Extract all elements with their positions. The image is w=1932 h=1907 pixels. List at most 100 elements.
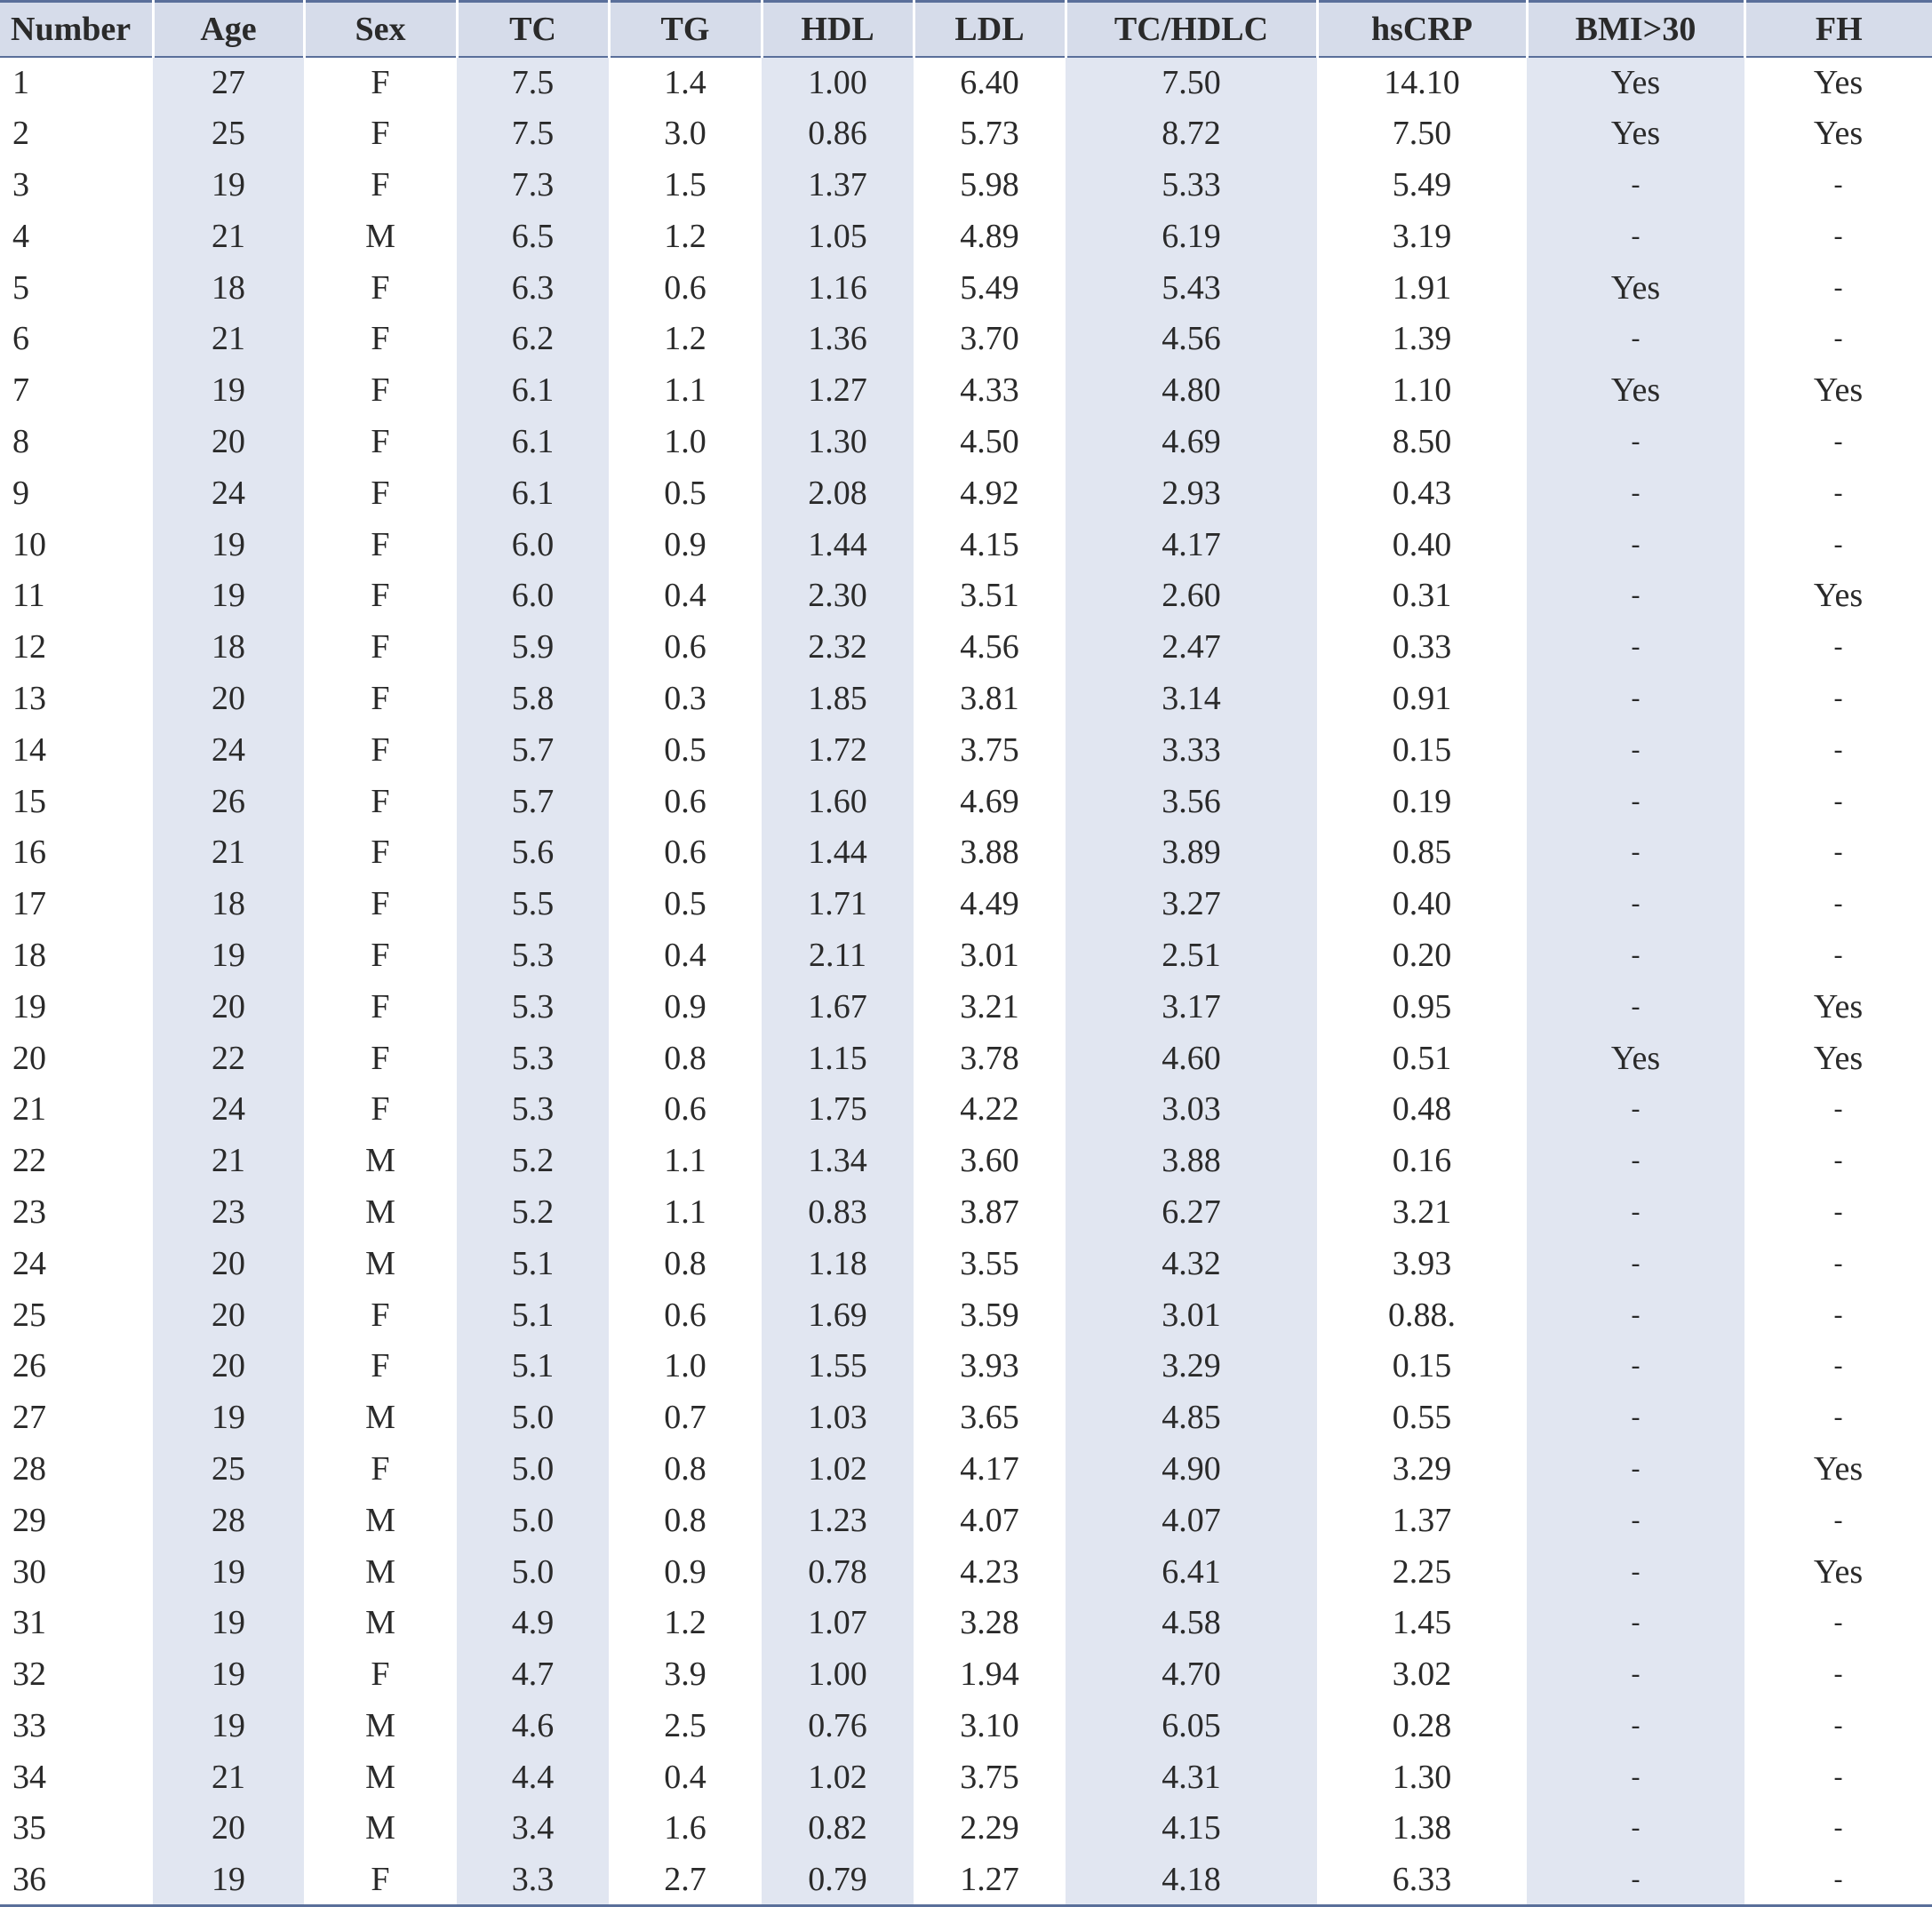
cell-tc-hdlc: 4.56 — [1066, 313, 1317, 365]
cell-tg: 0.9 — [664, 1552, 707, 1591]
cell-age: 19 — [153, 1597, 304, 1649]
cell-tg: 1.1 — [664, 1193, 707, 1231]
cell-hscrp: 3.21 — [1392, 1193, 1452, 1231]
cell-tc-hdlc: 6.19 — [1066, 210, 1317, 262]
cell-hdl: 1.16 — [762, 261, 914, 314]
cell-hdl: 0.79 — [762, 1854, 914, 1907]
table-row: 33 19 M 4.6 2.5 0.76 3.10 6.05 0.28 - - — [0, 1700, 1932, 1751]
cell-tc-hdlc: 4.31 — [1066, 1751, 1317, 1803]
table-row: 15 26 F 5.7 0.6 1.60 4.69 3.56 0.19 - - — [0, 775, 1932, 827]
cell-tg: 2.7 — [609, 1854, 762, 1907]
cell-tg: 0.8 — [664, 1501, 707, 1539]
cell-ldl: 3.93 — [960, 1347, 1019, 1385]
cell-ldl: 3.65 — [960, 1399, 1019, 1437]
cell-bmi: - — [1527, 723, 1744, 776]
cell-number: 11 — [12, 577, 45, 615]
cell-hscrp: 1.39 — [1392, 320, 1452, 358]
table-row: 31 19 M 4.9 1.2 1.07 3.28 4.58 1.45 - - — [0, 1597, 1932, 1649]
cell-ldl: 4.69 — [960, 782, 1019, 820]
header-ldl: LDL — [914, 0, 1067, 58]
table-row: 19 20 F 5.3 0.9 1.67 3.21 3.17 0.95 - Yes — [0, 980, 1932, 1033]
table-row: 6 21 F 6.2 1.2 1.36 3.70 4.56 1.39 - - — [0, 313, 1932, 365]
table-row: 32 19 F 4.7 3.9 1.00 1.94 4.70 3.02 - - — [0, 1648, 1932, 1700]
cell-number: 12 — [12, 628, 46, 666]
cell-number: 18 — [12, 936, 46, 974]
cell-bmi: - — [1527, 621, 1744, 674]
cell-tc-hdlc: 3.03 — [1066, 1083, 1317, 1136]
cell-sex: F — [304, 1854, 457, 1907]
cell-hscrp: 7.50 — [1392, 115, 1452, 153]
cell-ldl: 4.50 — [960, 422, 1019, 460]
cell-tg: 3.9 — [664, 1656, 707, 1694]
cell-hdl: 1.02 — [762, 1751, 914, 1803]
cell-bmi: - — [1527, 467, 1744, 519]
cell-age: 19 — [153, 1648, 304, 1700]
cell-number: 33 — [12, 1706, 46, 1744]
cell-number: 7 — [12, 371, 29, 410]
cell-tg: 1.2 — [664, 320, 707, 358]
cell-number: 20 — [12, 1039, 46, 1077]
table-row: 29 28 M 5.0 0.8 1.23 4.07 4.07 1.37 - - — [0, 1494, 1932, 1546]
cell-tc-hdlc: 3.29 — [1066, 1340, 1317, 1392]
cell-tg: 0.6 — [664, 834, 707, 872]
cell-tc-hdlc: 4.32 — [1066, 1237, 1317, 1289]
cell-tc: 5.2 — [457, 1135, 609, 1187]
cell-hdl: 0.86 — [762, 108, 914, 160]
cell-tc: 6.0 — [457, 518, 609, 571]
cell-sex: F — [371, 577, 390, 615]
cell-hdl: 1.18 — [762, 1237, 914, 1289]
cell-tc: 5.1 — [457, 1340, 609, 1392]
cell-hdl: 1.72 — [762, 723, 914, 776]
cell-fh: Yes — [1813, 1552, 1864, 1591]
cell-tc-hdlc: 3.33 — [1066, 723, 1317, 776]
cell-tc-hdlc: 3.17 — [1066, 980, 1317, 1033]
cell-tc-hdlc: 6.05 — [1066, 1700, 1317, 1751]
cell-tc: 6.2 — [457, 313, 609, 365]
cell-hdl: 1.27 — [762, 364, 914, 417]
cell-tg: 1.2 — [664, 1604, 707, 1642]
table-row: 8 20 F 6.1 1.0 1.30 4.50 4.69 8.50 - - — [0, 416, 1932, 467]
cell-tg: 0.8 — [664, 1449, 707, 1488]
cell-hdl: 1.55 — [762, 1340, 914, 1392]
table-row: 24 20 M 5.1 0.8 1.18 3.55 4.32 3.93 - - — [0, 1237, 1932, 1289]
cell-number: 16 — [12, 834, 46, 872]
cell-sex: F — [371, 936, 390, 974]
cell-ldl: 5.98 — [960, 165, 1019, 203]
cell-tg: 0.6 — [664, 1296, 707, 1334]
cell-bmi: - — [1527, 1289, 1744, 1341]
cell-bmi: - — [1527, 210, 1744, 262]
cell-hdl: 1.75 — [762, 1083, 914, 1136]
cell-tc-hdlc: 4.18 — [1066, 1854, 1317, 1907]
header-tc-hdlc: TC/HDLC — [1066, 0, 1319, 58]
cell-hscrp: 3.29 — [1392, 1449, 1452, 1488]
cell-sex: F — [371, 1449, 390, 1488]
cell-tc: 6.0 — [457, 570, 609, 622]
cell-bmi: Yes — [1527, 261, 1744, 314]
cell-fh: - — [1833, 169, 1843, 199]
cell-number: 13 — [12, 679, 46, 717]
cell-ldl: 3.28 — [960, 1604, 1019, 1642]
cell-age: 19 — [153, 518, 304, 571]
cell-number: 17 — [12, 885, 46, 923]
cell-sex: M — [365, 1552, 395, 1591]
cell-hdl: 1.71 — [762, 878, 914, 930]
cell-ldl: 3.87 — [960, 1193, 1019, 1231]
cell-hdl: 1.37 — [762, 159, 914, 211]
table-row: 2 25 F 7.5 3.0 0.86 5.73 8.72 7.50 Yes Yes — [0, 108, 1932, 160]
cell-number: 2 — [12, 115, 29, 153]
cell-hscrp: 0.15 — [1392, 730, 1452, 769]
cell-tc: 7.5 — [457, 108, 609, 160]
cell-tg: 0.5 — [664, 730, 707, 769]
cell-bmi: - — [1527, 930, 1744, 981]
cell-ldl: 4.15 — [960, 525, 1019, 563]
cell-bmi: Yes — [1527, 1032, 1744, 1084]
table-row: 25 20 F 5.1 0.6 1.69 3.59 3.01 0.88. - - — [0, 1289, 1932, 1341]
cell-hdl: 1.03 — [762, 1392, 914, 1444]
cell-sex: F — [371, 987, 390, 1025]
cell-number: 15 — [12, 782, 46, 820]
cell-tc: 5.9 — [457, 621, 609, 674]
cell-hdl: 1.05 — [762, 210, 914, 262]
cell-sex: M — [365, 1399, 395, 1437]
cell-sex: M — [365, 1142, 395, 1180]
cell-hscrp: 0.28 — [1392, 1706, 1452, 1744]
